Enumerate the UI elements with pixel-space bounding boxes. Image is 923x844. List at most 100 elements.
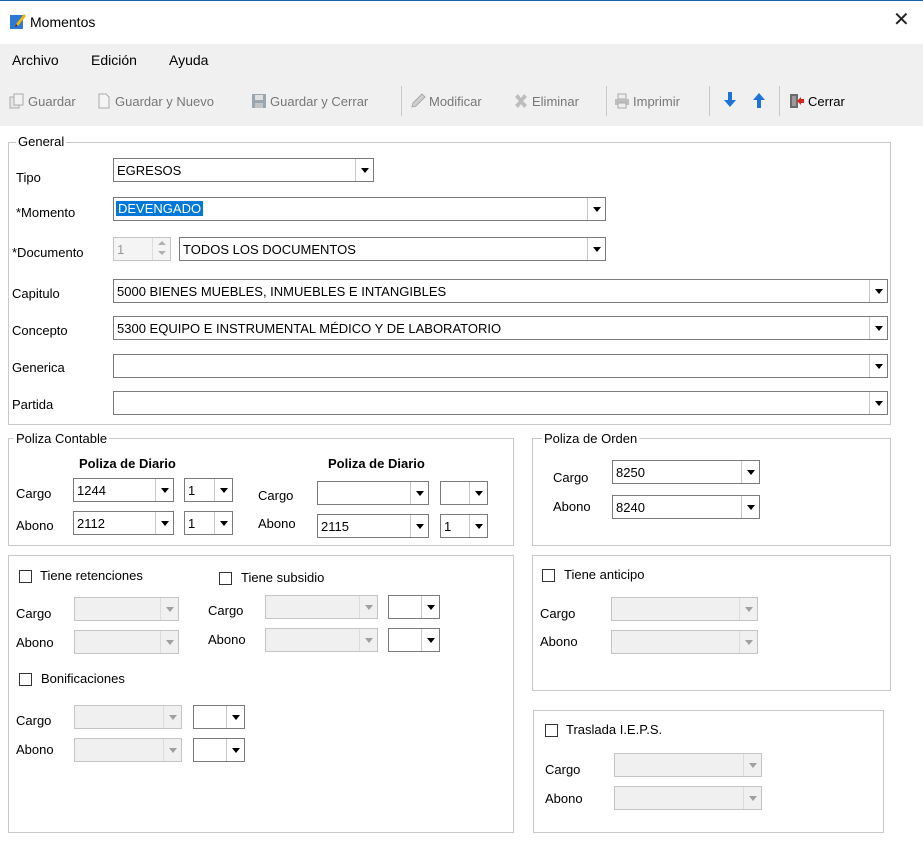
pc-right-abono-select[interactable]: 2115 [317,514,429,538]
ant-cargo-select[interactable] [611,597,758,621]
guardar-cerrar-button[interactable]: Guardar y Cerrar [251,90,368,112]
generica-label: Generica [12,360,65,375]
guardar-cerrar-label: Guardar y Cerrar [270,93,369,109]
documento-spinner[interactable]: 1 [113,237,171,261]
poliza-orden-legend: Poliza de Orden [542,431,640,446]
chevron-down-icon [359,596,377,618]
documento-label: *Documento [12,245,84,260]
sub-abono-select[interactable] [265,628,378,652]
ieps-abono-select[interactable] [614,786,762,810]
ret-cargo-select[interactable] [74,597,179,621]
pc-left-cargo-sub-select[interactable]: 1 [184,478,233,502]
poliza-contable-legend: Poliza Contable [14,431,110,446]
guardar-nuevo-button[interactable]: Guardar y Nuevo [96,90,214,112]
bon-abono-label: Abono [16,742,54,757]
poliza-diario-title-left: Poliza de Diario [79,456,176,471]
general-legend: General [16,134,67,149]
imprimir-button[interactable]: Imprimir [614,90,680,112]
bon-abono-select[interactable] [74,738,182,762]
arrow-up-icon[interactable] [751,91,767,109]
tiene-subsidio-checkbox[interactable] [219,572,232,585]
ret-abono-select[interactable] [74,630,179,654]
pc-right-cargo-label: Cargo [258,488,294,503]
chevron-down-icon [355,159,373,181]
documento-value: TODOS LOS DOCUMENTOS [183,242,356,257]
chevron-down-icon [869,280,887,302]
ieps-cargo-label: Cargo [545,762,581,777]
sub-cargo-label: Cargo [208,603,244,618]
tiene-retenciones-checkbox[interactable] [19,570,32,583]
po-abono-select[interactable]: 8240 [612,495,760,519]
pc-left-cargo-label: Cargo [16,486,52,501]
po-abono-label: Abono [553,499,591,514]
modificar-button[interactable]: Modificar [410,90,482,112]
traslada-ieps-checkbox[interactable] [545,724,558,737]
window-title: Momentos [30,14,96,30]
ret-abono-label: Abono [16,635,54,650]
bonificaciones-checkbox[interactable] [19,673,32,686]
guardar-label: Guardar [28,93,76,109]
menu-archivo[interactable]: Archivo [12,52,59,68]
partida-select[interactable] [113,391,888,415]
capitulo-select[interactable]: 5000 BIENES MUEBLES, INMUEBLES E INTANGI… [113,279,888,303]
chevron-down-icon [587,198,605,220]
close-icon[interactable]: ✕ [893,10,910,30]
chevron-down-icon [421,596,439,618]
sub-abono-sub-select[interactable] [388,628,440,652]
chevron-down-icon [410,515,428,537]
menu-ayuda[interactable]: Ayuda [169,52,208,68]
documento-select[interactable]: TODOS LOS DOCUMENTOS [179,237,606,261]
chevron-down-icon [869,317,887,339]
chevron-down-icon [739,598,757,620]
tipo-select[interactable]: EGRESOS [113,158,374,182]
bon-abono-sub-select[interactable] [193,738,245,762]
sub-abono-label: Abono [208,632,246,647]
sub-cargo-select[interactable] [265,595,378,619]
chevron-down-icon [421,629,439,651]
chevron-down-icon [359,629,377,651]
documento-number: 1 [117,242,125,257]
menu-edicion[interactable]: Edición [91,52,137,68]
bonificaciones-label: Bonificaciones [41,671,125,686]
chevron-down-icon [163,706,181,728]
po-cargo-label: Cargo [553,470,589,485]
pc-left-abono-value: 2112 [77,516,105,531]
sub-cargo-sub-select[interactable] [388,595,440,619]
guardar-button[interactable]: Guardar [9,90,76,112]
pc-right-abono-sub-select[interactable]: 1 [440,514,488,538]
po-abono-value: 8240 [616,500,645,515]
capitulo-value: 5000 BIENES MUEBLES, INMUEBLES E INTANGI… [117,284,447,299]
ant-abono-select[interactable] [611,630,758,654]
chevron-down-icon [155,479,173,501]
toolbar-separator [709,86,710,116]
po-cargo-select[interactable]: 8250 [612,460,760,484]
pc-right-cargo-select[interactable] [317,481,429,505]
chevron-down-icon [587,238,605,260]
pc-left-abono-sub-select[interactable]: 1 [184,511,233,535]
bon-cargo-sub-select[interactable] [193,705,245,729]
eliminar-button[interactable]: Eliminar [513,90,579,112]
tiene-anticipo-checkbox[interactable] [542,569,555,582]
pc-right-cargo-sub-select[interactable] [440,481,488,505]
chevron-down-icon [741,461,759,483]
exit-door-icon [790,94,804,108]
pc-left-abono-select[interactable]: 2112 [73,511,174,535]
ieps-cargo-select[interactable] [614,753,762,777]
printer-icon [615,93,629,109]
cerrar-button[interactable]: Cerrar [789,90,845,112]
bon-cargo-select[interactable] [74,705,182,729]
toolbar-separator [779,86,780,116]
chevron-down-icon [869,392,887,414]
arrow-down-icon[interactable] [722,91,738,109]
pc-right-abono-label: Abono [258,516,296,531]
chevron-down-icon [214,479,232,501]
menu-bar [0,44,923,74]
chevron-down-icon [226,706,244,728]
pc-left-cargo-select[interactable]: 1244 [73,478,174,502]
generica-select[interactable] [113,354,888,378]
guardar-nuevo-label: Guardar y Nuevo [115,93,214,109]
momento-select[interactable]: DEVENGADO [113,197,606,221]
imprimir-label: Imprimir [633,93,680,109]
concepto-select[interactable]: 5300 EQUIPO E INSTRUMENTAL MÉDICO Y DE L… [113,316,888,340]
partida-label: Partida [12,397,54,412]
